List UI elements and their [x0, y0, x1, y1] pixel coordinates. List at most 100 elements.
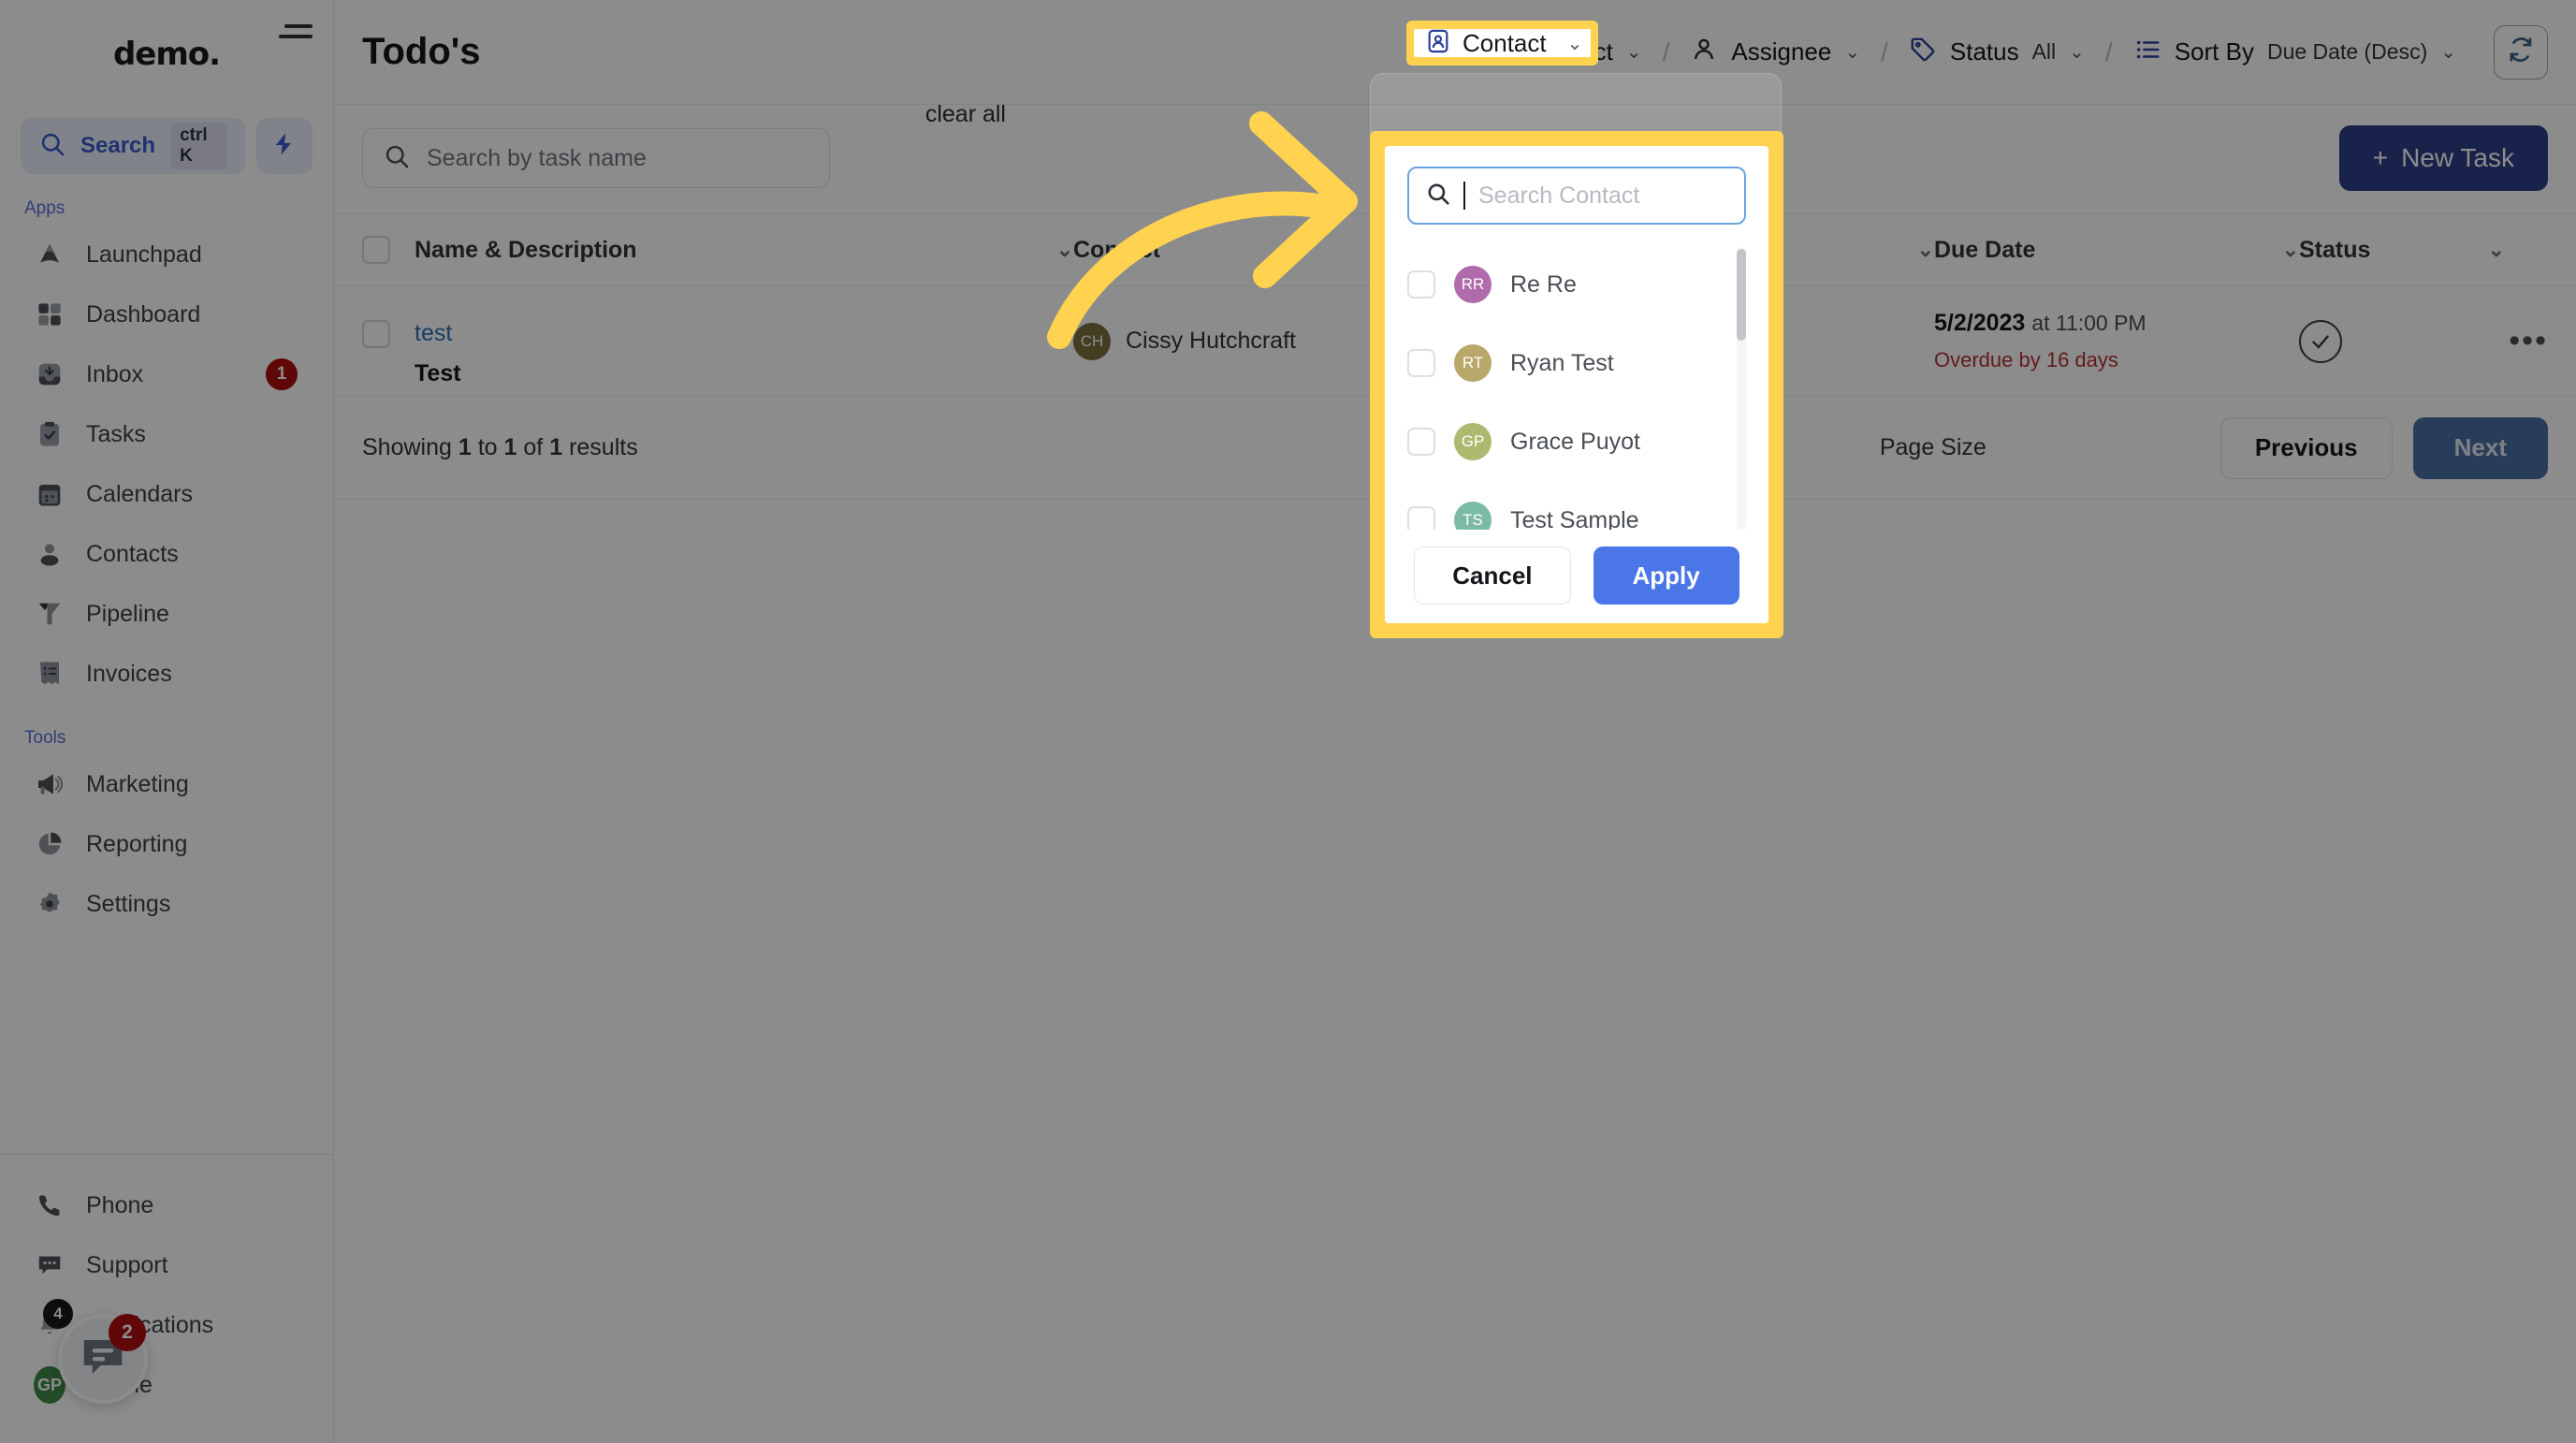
sidebar-item-invoices[interactable]: Invoices: [0, 644, 333, 704]
filter-status-value: All: [2031, 39, 2057, 64]
phone-icon: [34, 1189, 65, 1221]
showing-to: 1: [503, 434, 517, 460]
contact-avatar: RR: [1454, 266, 1492, 303]
next-page-button[interactable]: Next: [2412, 416, 2548, 479]
sidebar: demo. Search ctrl K Apps Launchpad Dashb…: [0, 0, 334, 1443]
person-icon: [34, 538, 65, 570]
more-horizontal-icon[interactable]: •••: [2509, 323, 2548, 359]
filter-sort-by-label: Sort By: [2174, 37, 2254, 66]
contact-name: Test Sample: [1510, 506, 1639, 531]
contact-checkbox[interactable]: [1407, 428, 1435, 456]
pie-chart-icon: [34, 828, 65, 860]
launchpad-icon: [34, 239, 65, 270]
contact-name: Re Re: [1510, 270, 1577, 298]
sidebar-item-label: Phone: [86, 1191, 154, 1218]
filter-status[interactable]: Status All ⌄: [1892, 26, 2102, 78]
chevron-down-icon: ⌄: [2069, 42, 2085, 63]
previous-page-button[interactable]: Previous: [2219, 416, 2393, 479]
sidebar-item-tasks[interactable]: Tasks: [0, 404, 333, 464]
results-summary: Showing 1 to 1 of 1 results: [362, 434, 638, 461]
chat-widget-badge: 2: [109, 1314, 146, 1351]
sidebar-item-notifications[interactable]: 4 Notifications: [0, 1295, 333, 1355]
sidebar-item-dashboard[interactable]: Dashboard: [0, 284, 333, 344]
contact-checkbox[interactable]: [1407, 506, 1435, 530]
filter-assignee[interactable]: Assignee ⌄: [1673, 26, 1877, 78]
column-label: Status: [2299, 236, 2371, 263]
notifications-badge: 4: [43, 1299, 73, 1329]
cancel-button[interactable]: Cancel: [1414, 547, 1571, 605]
sidebar-item-label: Pipeline: [86, 600, 169, 627]
bolt-icon: [271, 131, 298, 162]
sidebar-item-launchpad[interactable]: Launchpad: [0, 225, 333, 284]
check-circle-icon[interactable]: [2299, 319, 2342, 363]
chevron-down-icon: ⌄: [1625, 42, 1642, 63]
row-checkbox[interactable]: [362, 319, 390, 348]
global-search-button[interactable]: Search ctrl K: [21, 118, 245, 174]
new-task-button[interactable]: + New Task: [2338, 125, 2548, 191]
apply-button[interactable]: Apply: [1593, 547, 1739, 605]
chevron-down-icon[interactable]: ⌄: [2282, 238, 2299, 262]
contact-search-box[interactable]: Search Contact: [1407, 167, 1746, 225]
sidebar-item-inbox[interactable]: Inbox 1: [0, 344, 333, 404]
brand-suffix: .: [209, 36, 221, 73]
sidebar-item-label: Settings: [86, 890, 171, 917]
list-item[interactable]: RR Re Re: [1407, 245, 1737, 324]
list-item[interactable]: GP Grace Puyot: [1407, 402, 1737, 481]
contact-name: Grace Puyot: [1510, 428, 1640, 455]
filter-contact-label: Contact: [1463, 28, 1547, 57]
grid-icon: [34, 299, 65, 330]
sidebar-item-support[interactable]: Support: [0, 1235, 333, 1295]
sidebar-item-label: Contacts: [86, 540, 179, 567]
sidebar-item-marketing[interactable]: Marketing: [0, 754, 333, 814]
new-task-label: New Task: [2401, 143, 2514, 172]
tag-icon: [1909, 36, 1937, 68]
scrollbar-thumb[interactable]: [1737, 249, 1746, 341]
contact-checkbox[interactable]: [1407, 270, 1435, 299]
filter-contact-active[interactable]: Contact ⌄: [1414, 29, 1591, 57]
column-header-due-date: Due Date ⌄: [1934, 237, 2299, 264]
sidebar-item-contacts[interactable]: Contacts: [0, 524, 333, 584]
task-search-box[interactable]: [362, 128, 830, 188]
task-description: Test: [415, 359, 461, 386]
sidebar-item-label: Dashboard: [86, 300, 201, 328]
select-all-checkbox[interactable]: [362, 236, 390, 264]
sidebar-item-reporting[interactable]: Reporting: [0, 814, 333, 874]
chevron-down-icon[interactable]: ⌄: [1917, 238, 1934, 262]
sidebar-item-label: Launchpad: [86, 240, 202, 268]
cell-due-date: 5/2/2023 at 11:00 PM Overdue by 16 days: [1934, 310, 2299, 372]
sidebar-search-row: Search ctrl K: [0, 118, 333, 174]
sidebar-bottom-list: Phone Support 4 Notifications GP: [0, 1154, 333, 1443]
chevron-down-icon[interactable]: ⌄: [2488, 238, 2505, 262]
inbox-badge: 1: [266, 358, 298, 390]
contact-list[interactable]: RR Re Re RT Ryan Test GP Grace Puyot TS …: [1407, 245, 1746, 530]
search-input[interactable]: [427, 144, 808, 172]
sidebar-item-calendars[interactable]: Calendars: [0, 464, 333, 524]
sidebar-item-settings[interactable]: Settings: [0, 874, 333, 934]
sidebar-item-pipeline[interactable]: Pipeline: [0, 584, 333, 644]
sidebar-tools-list: Marketing Reporting Settings: [0, 754, 333, 934]
task-name-link[interactable]: test: [415, 320, 461, 347]
contact-card-icon: [1425, 28, 1451, 59]
list-item[interactable]: TS Test Sample: [1407, 481, 1737, 530]
clear-all-link[interactable]: clear all: [925, 101, 1006, 128]
contact-avatar: TS: [1454, 502, 1492, 530]
list-item[interactable]: RT Ryan Test: [1407, 324, 1737, 402]
filter-sort-by[interactable]: Sort By Due Date (Desc) ⌄: [2117, 26, 2473, 78]
chat-widget-button[interactable]: 2: [58, 1314, 148, 1404]
funnel-icon: [34, 598, 65, 630]
refresh-button[interactable]: [2494, 24, 2548, 80]
contact-name: Ryan Test: [1510, 349, 1614, 376]
page-size-label[interactable]: Page Size: [1880, 434, 1987, 461]
quick-actions-button[interactable]: [256, 118, 313, 174]
sidebar-header: demo.: [0, 0, 333, 105]
sidebar-collapse-icon[interactable]: [279, 24, 313, 52]
sidebar-item-profile[interactable]: GP Profile: [0, 1355, 333, 1415]
contact-checkbox[interactable]: [1407, 349, 1435, 377]
scrollbar-track[interactable]: [1737, 247, 1746, 530]
chevron-down-icon: ⌄: [2440, 42, 2456, 63]
sidebar-item-label: Marketing: [86, 770, 189, 797]
sidebar-item-phone[interactable]: Phone: [0, 1175, 333, 1235]
sidebar-item-label: Invoices: [86, 660, 172, 687]
sidebar-section-apps: Apps: [24, 198, 65, 218]
showing-suffix: results: [569, 434, 638, 460]
